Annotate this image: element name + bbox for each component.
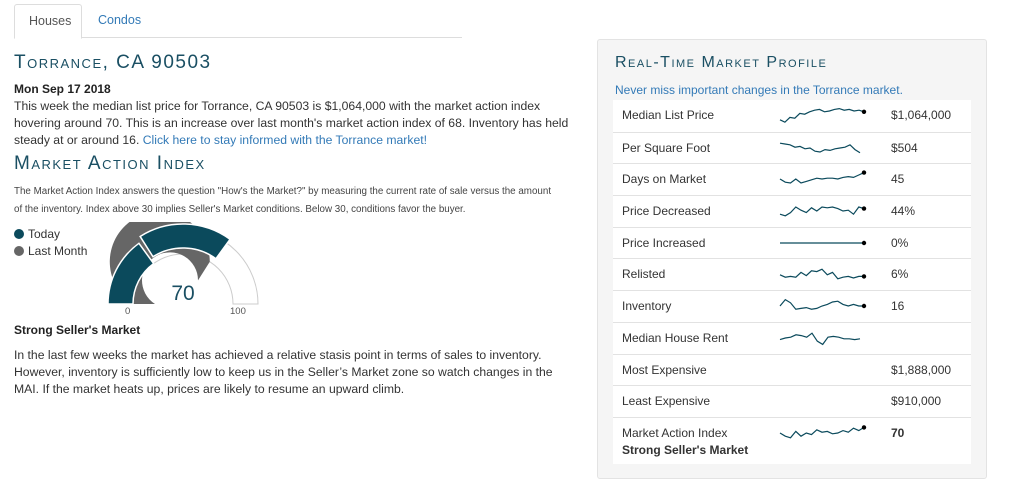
gauge-min-label: 0 [125, 306, 131, 317]
profile-row-label-text: Median List Price [622, 108, 715, 122]
profile-row-value: $504 [891, 140, 918, 155]
stay-informed-link[interactable]: Click here to stay informed with the Tor… [143, 133, 427, 147]
sparkline-chart [779, 268, 867, 280]
profile-row-label: Median House Rent [622, 331, 728, 345]
sparkline-line [779, 298, 864, 310]
profile-row-label-text: Market Action Index [622, 425, 728, 440]
today-dot-icon [14, 228, 24, 239]
profile-row-value: $910,000 [891, 394, 942, 409]
legend-today: Today [14, 225, 87, 242]
sparkline-chart [779, 206, 867, 217]
report-date: Mon Sep 17 2018 [14, 82, 111, 96]
tab-condos[interactable]: Condos [84, 4, 155, 39]
profile-row-value: 6% [891, 267, 909, 282]
profile-row-label-text: Price Decreased [622, 204, 711, 219]
profile-row: Least Expensive $910,000 [613, 385, 971, 417]
profile-title: Real-Time Market Profile [615, 54, 828, 71]
profile-row: Median List Price $1,064,000 [613, 100, 971, 132]
gauge-max-label: 100 [230, 306, 246, 317]
sparkline-chart [779, 170, 867, 185]
market-summary: This week the median list price for Torr… [14, 98, 574, 149]
profile-row-value: 44% [891, 204, 916, 219]
sparkline-end-dot [861, 425, 867, 430]
sparkline-line [779, 172, 865, 185]
profile-row: Most Expensive $1,888,000 [613, 353, 971, 386]
profile-row-label: Price Increased [622, 236, 705, 250]
profile-row-label-text: Most Expensive [622, 362, 707, 377]
sparkline-line [779, 206, 865, 217]
sparkline-line [779, 332, 861, 346]
sparkline-end-dot [861, 274, 867, 280]
sparkline-chart [779, 298, 867, 310]
profile-row-label: Price Decreased [622, 204, 711, 218]
profile-row-label: Days on Market [622, 172, 706, 186]
profile-row-value: 16 [891, 299, 905, 314]
profile-row-value: 0% [891, 235, 909, 250]
profile-row-label: Most Expensive [622, 363, 707, 377]
profile-row-label-text: Price Increased [622, 235, 706, 250]
profile-row-value: $1,064,000 [891, 108, 952, 122]
profile-row-label-text: Per Square Foot [622, 140, 711, 155]
sparkline-chart [779, 142, 861, 153]
profile-row-label-text: Median House Rent [622, 330, 729, 345]
property-type-tabs: Houses Condos [14, 4, 462, 39]
sparkline-end-dot [861, 170, 867, 176]
sparkline-chart [779, 332, 861, 346]
profile-row-label: Per Square Foot [622, 141, 710, 155]
legend-last-month: Last Month [14, 242, 87, 259]
profile-row-label-text: Days on Market [622, 172, 707, 187]
profile-row-label: Relisted [622, 267, 665, 281]
profile-row-label-text: Relisted [622, 267, 666, 282]
profile-row-label: Least Expensive [622, 394, 710, 408]
profile-row-value: $1,888,000 [891, 362, 952, 377]
legend-today-label: Today [28, 226, 61, 241]
market-verdict: Strong Seller's Market [14, 323, 141, 337]
mai-description: The Market Action Index answers the ques… [14, 186, 552, 215]
tab-houses[interactable]: Houses [14, 4, 82, 39]
profile-subtitle: Never miss important changes in the Torr… [615, 83, 903, 97]
profile-row: Days on Market 45 [613, 163, 971, 195]
legend-last-month-label: Last Month [28, 243, 88, 258]
sparkline-line [779, 426, 865, 439]
profile-row-label-text: Least Expensive [622, 394, 711, 409]
mai-title: Market Action Index [14, 153, 206, 174]
sparkline-line [779, 268, 864, 280]
profile-row-label: Median List Price [622, 108, 714, 122]
profile-row: Relisted 6% [613, 258, 971, 290]
sparkline-end-dot [861, 206, 867, 211]
gauge-value: 70 [171, 282, 195, 305]
profile-row: Price Decreased 44% [613, 195, 971, 227]
profile-row: Inventory 16 [613, 290, 971, 322]
profile-table: Median List Price $1,064,000 Per Square Fo… [613, 100, 971, 464]
sparkline-end-dot [861, 109, 867, 114]
profile-row: Market Action Index Strong Seller's Marke… [613, 416, 971, 464]
profile-row-value: 70 [891, 425, 905, 440]
sparkline-chart [780, 240, 867, 245]
profile-row-label: Market Action Index Strong Seller's Marke… [622, 426, 748, 457]
profile-row-label: Inventory [622, 299, 671, 313]
last-month-dot-icon [14, 245, 24, 256]
sparkline-line [779, 142, 861, 153]
sparkline-end-dot [861, 240, 867, 245]
sparkline-chart [779, 107, 867, 123]
sparkline-end-dot [861, 303, 867, 309]
profile-row-sublabel: Strong Seller's Market [622, 442, 749, 457]
profile-row-value: 45 [891, 172, 905, 187]
profile-row: Price Increased 0% [613, 226, 971, 259]
market-analysis: In the last few weeks the market has ach… [14, 348, 553, 396]
sparkline-line [779, 107, 865, 123]
profile-row-label-text: Inventory [622, 299, 672, 314]
profile-row: Median House Rent [613, 321, 971, 354]
sparkline-chart [779, 425, 867, 439]
gauge-legend: Today Last Month [14, 225, 87, 259]
location-title: Torrance, CA 90503 [14, 52, 212, 73]
market-profile-panel: Real-Time Market Profile Never miss impo… [597, 39, 987, 479]
profile-row: Per Square Foot $504 [613, 131, 971, 164]
